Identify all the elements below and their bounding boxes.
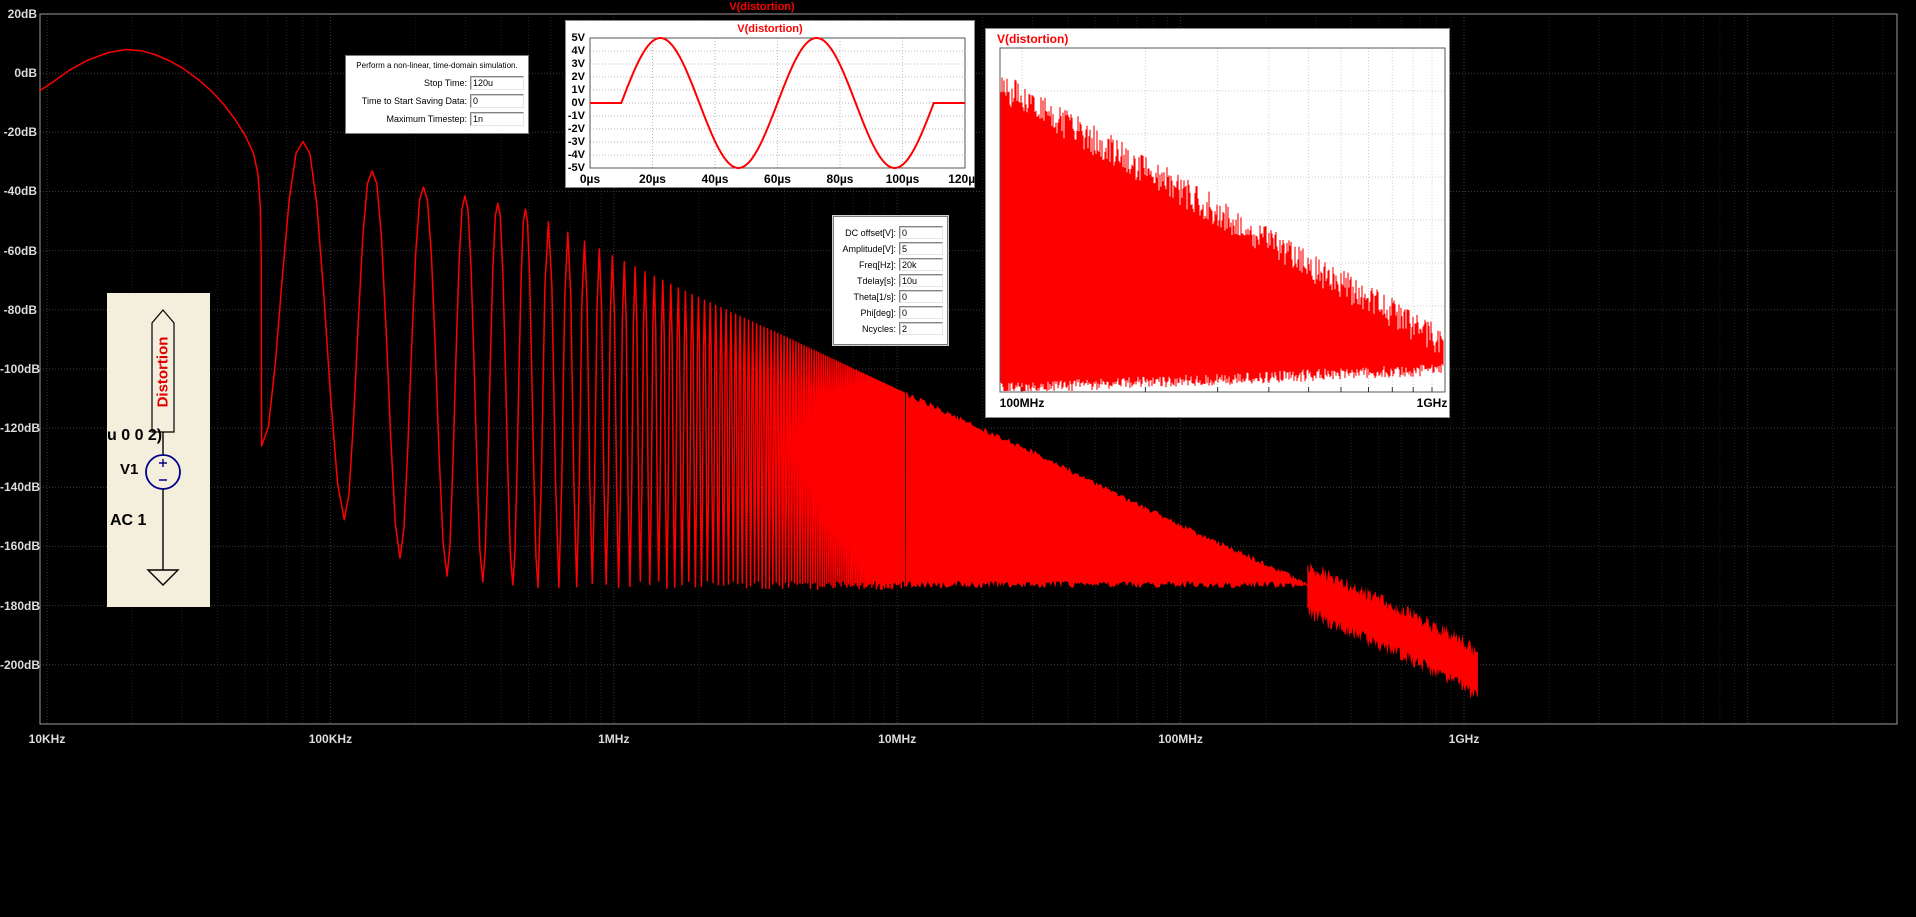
start-saving-input[interactable] [470,94,524,108]
freq-input[interactable] [899,258,943,271]
phi-row: Phi[deg]: [838,306,943,319]
noise-x-tick-label: 100MHz [999,396,1045,410]
sine-source-dialog: DC offset[V]: Amplitude[V]: Freq[Hz]: Td… [833,216,948,345]
max-timestep-row: Maximum Timestep: [350,112,524,126]
start-saving-label: Time to Start Saving Data: [361,96,467,106]
tdelay-label: Tdelay[s]: [856,275,896,286]
max-timestep-label: Maximum Timestep: [386,114,467,124]
phi-label: Phi[deg]: [860,307,896,318]
dc-offset-label: DC offset[V]: [845,227,896,238]
freq-row: Freq[Hz]: [838,258,943,271]
amplitude-label: Amplitude[V]: [842,243,896,254]
theta-row: Theta[1/s]: [838,290,943,303]
freq-label: Freq[Hz]: [858,259,896,270]
stop-time-input[interactable] [470,76,524,90]
ncycles-input[interactable] [899,322,943,335]
amplitude-row: Amplitude[V]: [838,242,943,255]
dc-offset-input[interactable] [899,226,943,239]
dc-offset-row: DC offset[V]: [838,226,943,239]
ncycles-row: Ncycles: [838,322,943,335]
noise-trace [1000,77,1444,391]
noise-inset-trace-label[interactable]: V(distortion) [997,32,1068,46]
max-timestep-input[interactable] [470,112,524,126]
transient-dialog-title: Perform a non-linear, time-domain simula… [356,61,518,70]
amplitude-input[interactable] [899,242,943,255]
phi-input[interactable] [899,306,943,319]
tdelay-row: Tdelay[s]: [838,274,943,287]
theta-label: Theta[1/s]: [853,291,896,302]
transient-settings-dialog: Perform a non-linear, time-domain simula… [345,55,529,134]
stop-time-label: Stop Time: [423,78,467,88]
noise-plot-pane[interactable] [0,0,1916,917]
noise-x-tick-label: 1GHz [1416,396,1448,410]
start-saving-row: Time to Start Saving Data: [350,94,524,108]
theta-input[interactable] [899,290,943,303]
tdelay-input[interactable] [899,274,943,287]
ncycles-label: Ncycles: [861,323,896,334]
stop-time-row: Stop Time: [350,76,524,90]
ltspice-window: { "main_plot": { "title": "V(distortion)… [0,0,1916,917]
